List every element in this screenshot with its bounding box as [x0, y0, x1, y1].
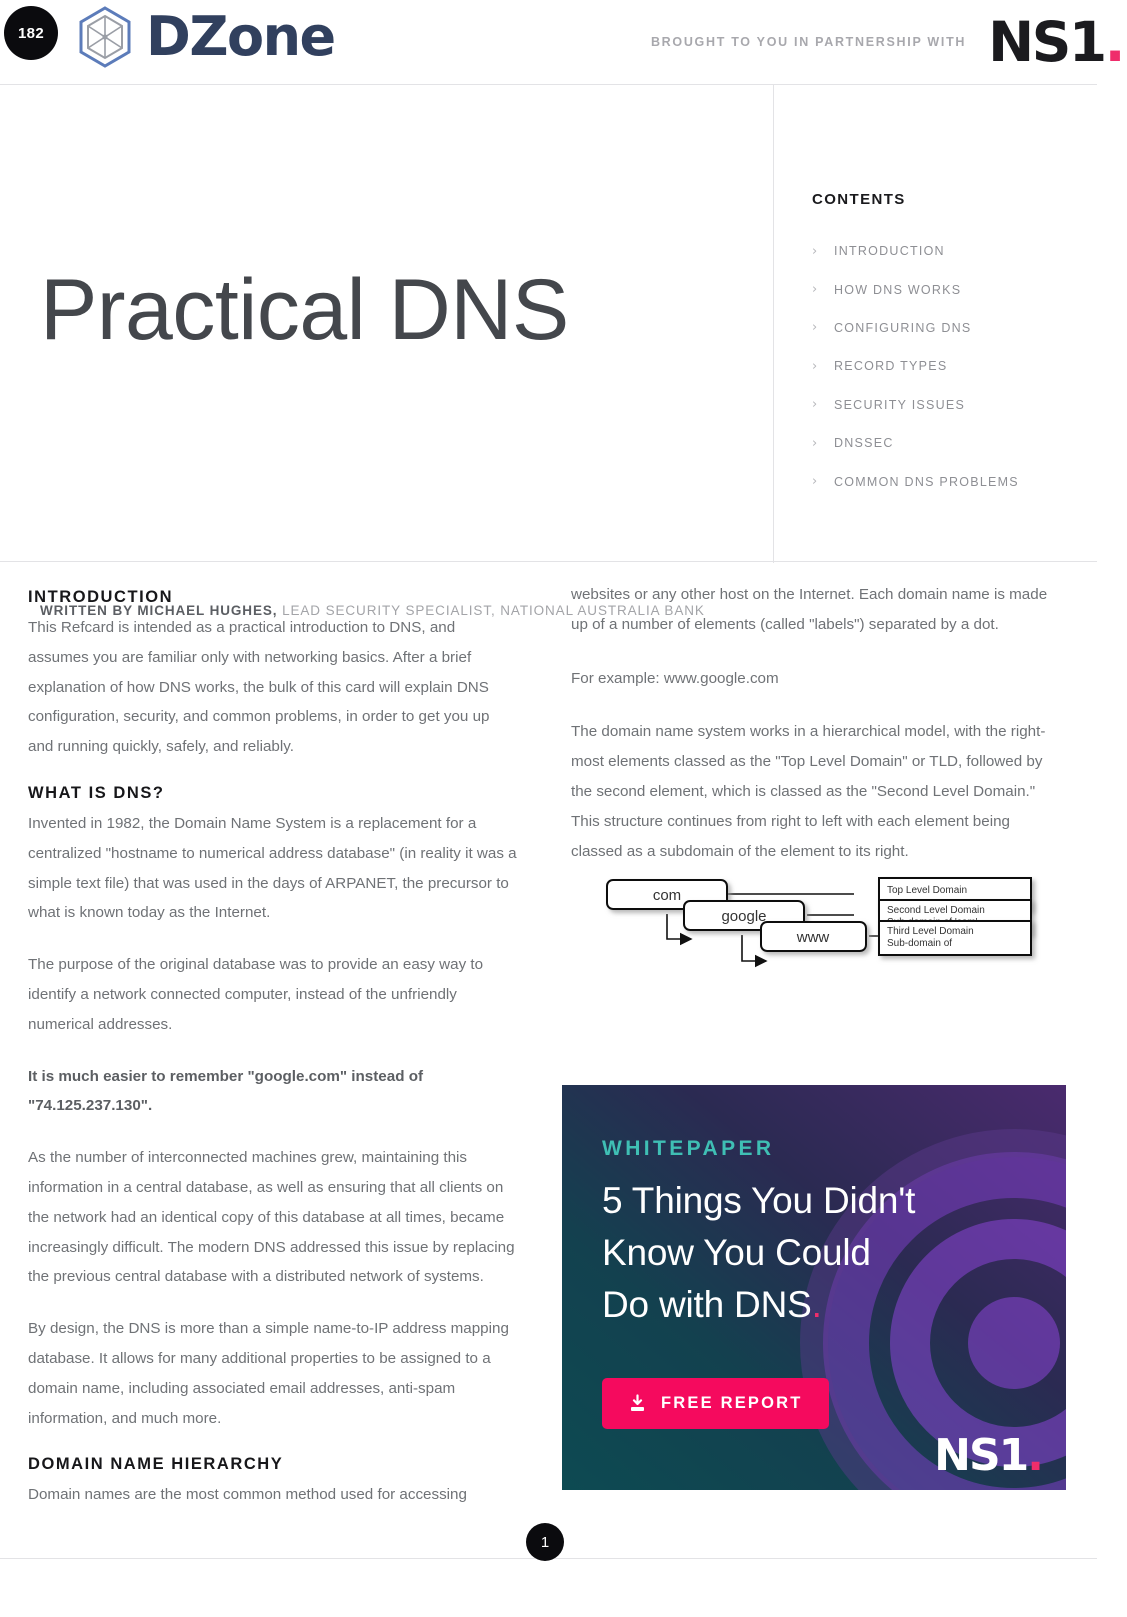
- chevron-right-icon: ›: [812, 243, 818, 259]
- page-number-badge: 1: [526, 1523, 564, 1561]
- paragraph-introduction: This Refcard is intended as a practical …: [28, 619, 490, 756]
- partnership-label: BROUGHT TO YOU IN PARTNERSHIP WITH: [650, 35, 967, 49]
- ns1-logo: NS1.: [988, 14, 1125, 70]
- section-heading-introduction: INTRODUCTION: [28, 588, 174, 606]
- dzone-wordmark: DZone: [146, 5, 336, 68]
- whitepaper-advertisement[interactable]: WHITEPAPER 5 Things You Didn't Know You …: [562, 1085, 1066, 1490]
- toc-item-label: HOW DNS WORKS: [834, 282, 962, 297]
- toc-item-label: CONFIGURING DNS: [834, 320, 972, 335]
- diagram-node-label: com: [653, 887, 681, 904]
- paragraph-domain-labels: websites or any other host on the Intern…: [571, 586, 1048, 633]
- left-text-column: INTRODUCTION This Refcard is intended as…: [28, 588, 518, 1510]
- free-report-button[interactable]: FREE REPORT: [602, 1378, 829, 1429]
- dns-hierarchy-svg: com google www Top Level Domain Second L…: [606, 877, 1032, 968]
- toc-item-common-dns-problems[interactable]: › COMMON DNS PROBLEMS: [812, 462, 1019, 500]
- page-header: 182 DZone BROUGHT TO YOU IN PARTNERSHIP …: [0, 0, 1127, 84]
- paragraph-hierarchy-intro: Domain names are the most common method …: [28, 1486, 467, 1504]
- section-heading-what-is-dns: WHAT IS DNS?: [28, 783, 165, 802]
- issue-number-badge: 182: [4, 6, 58, 60]
- chevron-right-icon: ›: [812, 474, 818, 490]
- ad-headline-line1: 5 Things You Didn't: [602, 1180, 916, 1221]
- page-title: Practical DNS: [40, 262, 569, 358]
- ns1-wordmark: NS1: [988, 9, 1107, 74]
- ad-copy: WHITEPAPER 5 Things You Didn't Know You …: [602, 1137, 1022, 1331]
- toc-item-introduction[interactable]: › INTRODUCTION: [812, 232, 1019, 270]
- chevron-right-icon: ›: [812, 397, 818, 413]
- dzone-hexagon-icon: [79, 6, 131, 68]
- contents-panel: CONTENTS › INTRODUCTION › HOW DNS WORKS …: [812, 191, 1019, 501]
- dns-hierarchy-diagram: com google www Top Level Domain Second L…: [579, 876, 1059, 1056]
- paragraph-original-database-purpose: The purpose of the original database was…: [28, 956, 484, 1033]
- chevron-right-icon: ›: [812, 320, 818, 336]
- callout-easier-to-remember: It is much easier to remember "google.co…: [28, 1067, 424, 1115]
- diagram-annotation-line1: Top Level Domain: [887, 885, 967, 896]
- ad-ns1-logo: NS1.: [934, 1434, 1044, 1478]
- paragraph-dns-properties: By design, the DNS is more than a simple…: [28, 1320, 509, 1427]
- cover-panel: Practical DNS WRITTEN BY MICHAEL HUGHES,…: [0, 84, 1097, 618]
- ad-kicker-label: WHITEPAPER: [602, 1137, 775, 1160]
- diagram-node-label: www: [796, 929, 830, 946]
- ad-headline-line2: Know You Could: [602, 1232, 871, 1273]
- chevron-right-icon: ›: [812, 435, 818, 451]
- toc-item-how-dns-works[interactable]: › HOW DNS WORKS: [812, 270, 1019, 308]
- diagram-annotation-line1: Second Level Domain: [887, 905, 985, 916]
- ad-ns1-wordmark: NS1: [934, 1430, 1029, 1481]
- contents-heading: CONTENTS: [812, 191, 906, 208]
- ad-headline: 5 Things You Didn't Know You Could Do wi…: [602, 1175, 1022, 1331]
- right-text-column: websites or any other host on the Intern…: [571, 580, 1061, 890]
- ad-ns1-logo-dot: .: [1027, 1430, 1044, 1481]
- toc-item-label: SECURITY ISSUES: [834, 397, 966, 412]
- paragraph-example-domain: For example: www.google.com: [571, 669, 779, 687]
- diagram-annotation-line2: Sub-domain of: [887, 938, 952, 949]
- diagram-annotation-line1: Third Level Domain: [887, 926, 974, 937]
- toc-item-label: COMMON DNS PROBLEMS: [834, 474, 1019, 489]
- toc-item-dnssec[interactable]: › DNSSEC: [812, 424, 1019, 462]
- dzone-logo: DZone: [72, 4, 336, 70]
- diagram-node-label: google: [721, 908, 766, 925]
- ad-headline-line3: Do with DNS: [602, 1284, 812, 1325]
- free-report-label: FREE REPORT: [661, 1394, 803, 1412]
- toc-item-label: RECORD TYPES: [834, 359, 948, 374]
- panel-divider: [773, 85, 774, 563]
- toc-item-security-issues[interactable]: › SECURITY ISSUES: [812, 386, 1019, 424]
- toc-item-record-types[interactable]: › RECORD TYPES: [812, 347, 1019, 385]
- partner-block: BROUGHT TO YOU IN PARTNERSHIP WITH NS1.: [651, 0, 1127, 84]
- paragraph-dns-history: Invented in 1982, the Domain Name System…: [28, 814, 517, 922]
- section-heading-domain-name-hierarchy: DOMAIN NAME HIERARCHY: [28, 1455, 284, 1474]
- paragraph-hierarchical-model: The domain name system works in a hierar…: [571, 723, 1046, 860]
- paragraph-distributed-network: As the number of interconnected machines…: [28, 1149, 515, 1286]
- chevron-right-icon: ›: [812, 282, 818, 298]
- ad-headline-dot: .: [811, 1284, 822, 1325]
- toc-item-configuring-dns[interactable]: › CONFIGURING DNS: [812, 309, 1019, 347]
- toc-item-label: DNSSEC: [834, 436, 894, 451]
- ns1-logo-dot: .: [1104, 9, 1126, 74]
- download-icon: [631, 1394, 644, 1411]
- toc-item-label: INTRODUCTION: [834, 244, 945, 259]
- chevron-right-icon: ›: [812, 358, 818, 374]
